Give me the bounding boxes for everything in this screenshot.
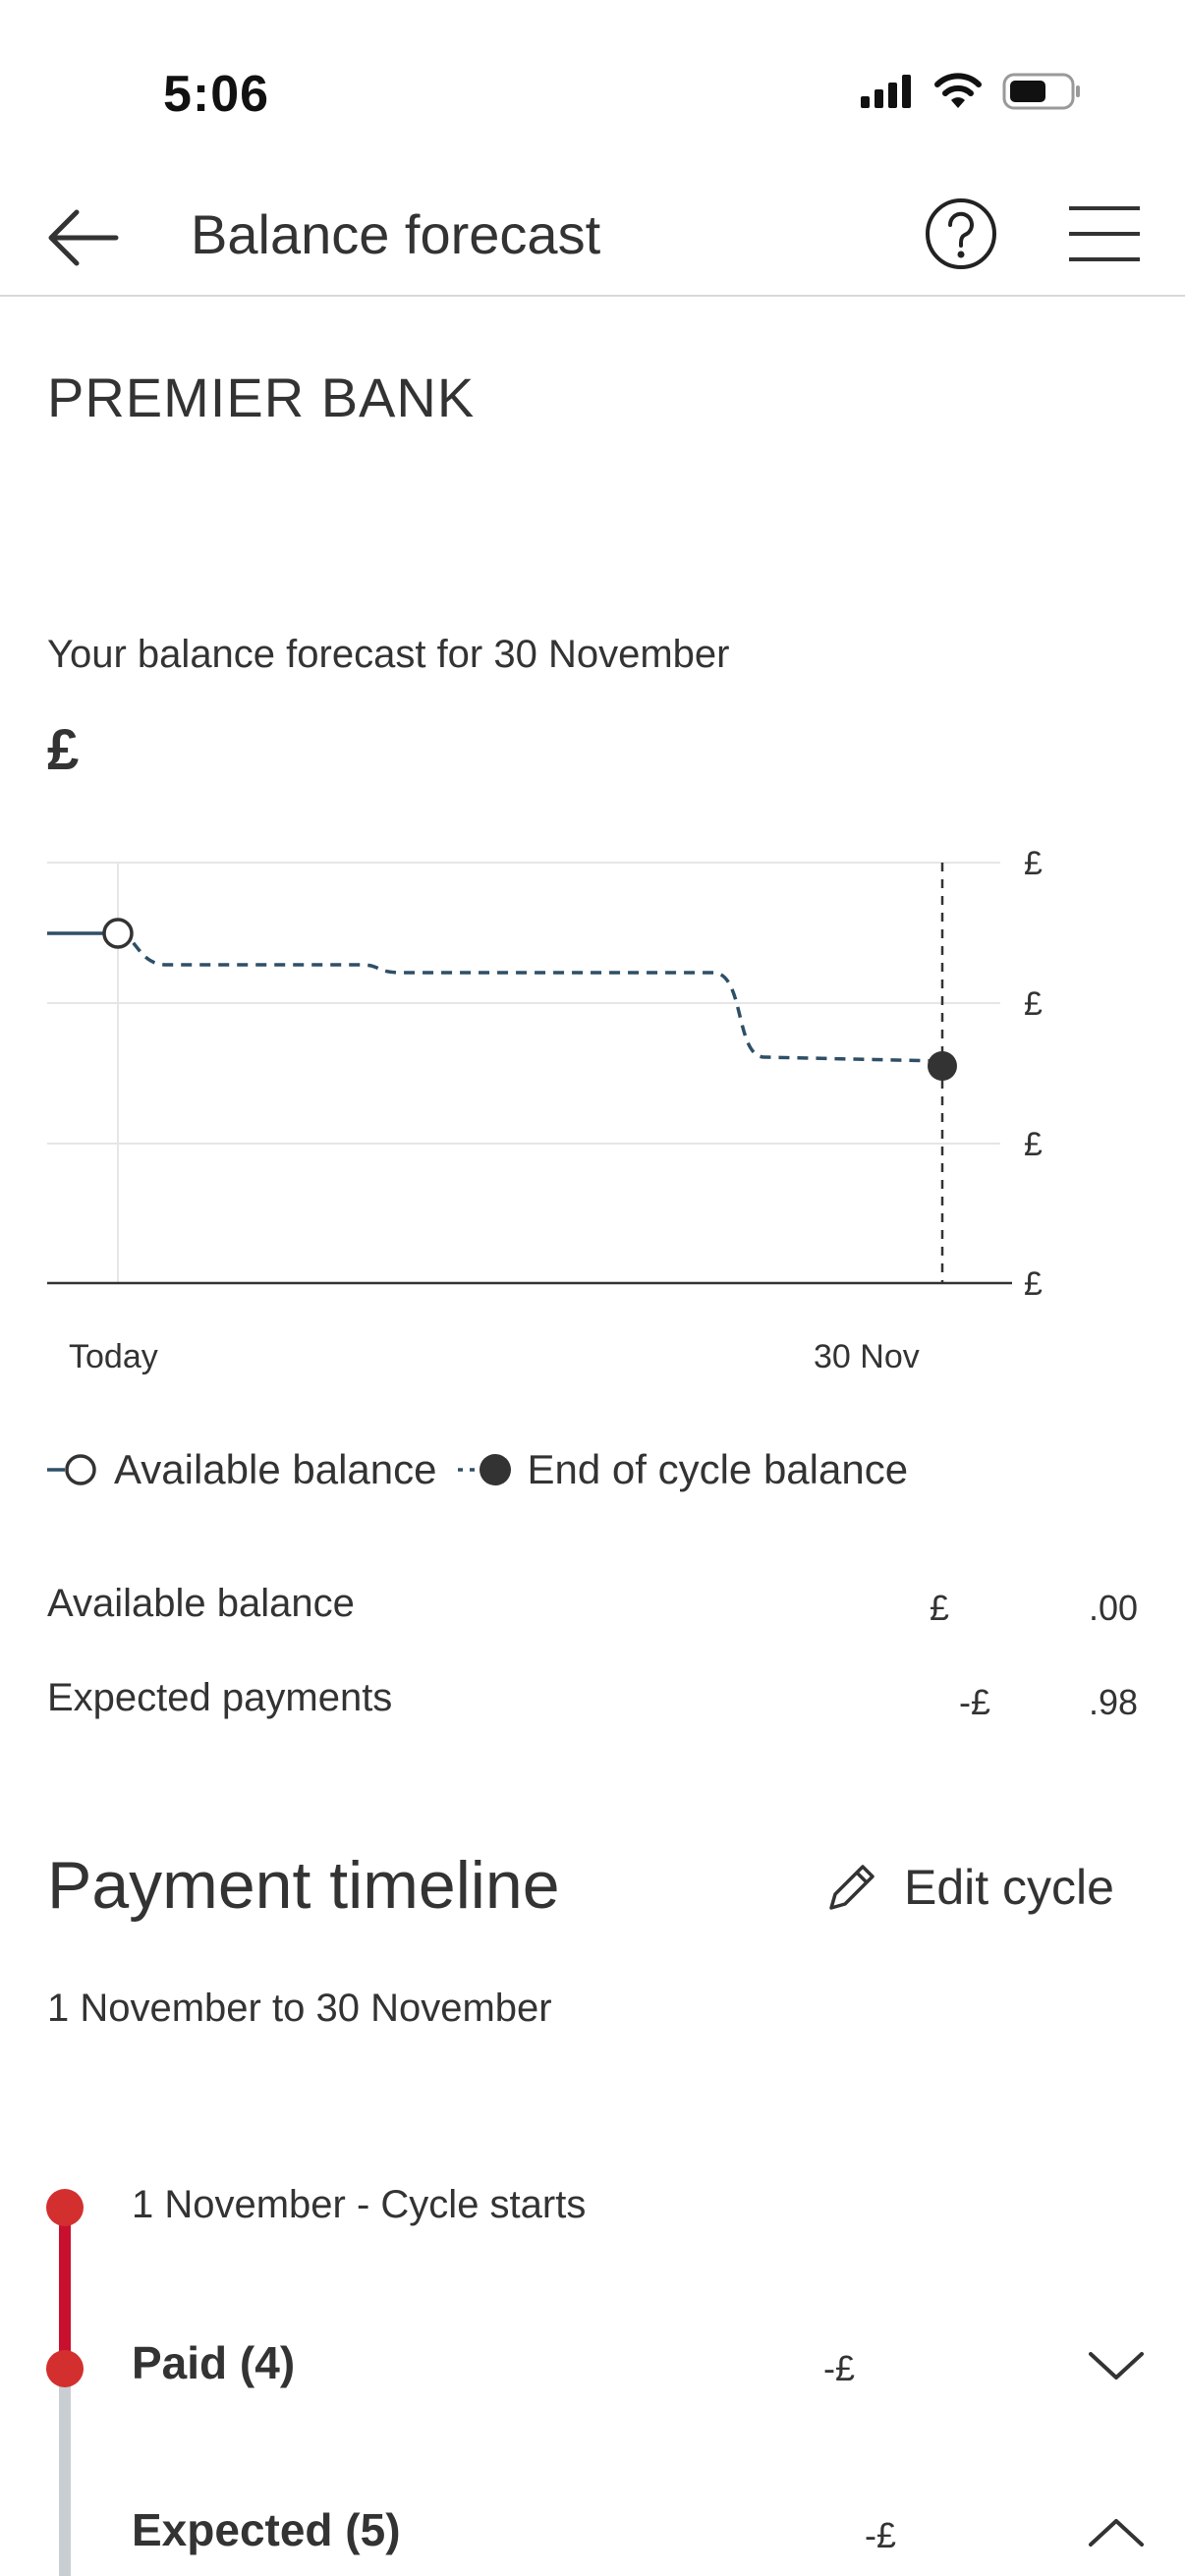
timeline-range: 1 November to 30 November: [47, 1987, 552, 2030]
wifi-icon: [934, 73, 982, 108]
y-tick-label: £: [1024, 845, 1043, 882]
pencil-icon: [829, 1865, 875, 1910]
x-tick-label-today: Today: [69, 1338, 158, 1375]
cellular-signal-icon: [861, 75, 911, 108]
hamburger-menu-icon: [1069, 206, 1140, 261]
paid-payments-row[interactable]: Paid (4) -£: [132, 2336, 1146, 2405]
page-title: Balance forecast: [191, 203, 601, 265]
chevron-down-icon: [1089, 2352, 1144, 2380]
chart-legend: Available balance End of cycle balance: [47, 1440, 930, 1499]
open-circle-line-icon: [47, 1454, 96, 1485]
available-balance-currency: £: [930, 1588, 950, 1628]
legend-label-available: Available balance: [114, 1446, 437, 1492]
filled-circle-dashed-icon: [458, 1454, 512, 1485]
expected-payments-row: Expected payments -£ .98: [47, 1676, 1138, 1735]
timeline-remaining-line: [59, 2368, 71, 2576]
timeline-dot-cycle-start: [46, 2189, 84, 2226]
edit-cycle-label: Edit cycle: [904, 1860, 1114, 1915]
end-of-cycle-point: [928, 1051, 957, 1081]
expected-payments-decimals: .98: [1088, 1682, 1138, 1722]
legend-item-available: Available balance: [47, 1446, 458, 1493]
app-header: Balance forecast: [0, 177, 1185, 297]
available-balance-point: [102, 918, 134, 949]
help-button[interactable]: [922, 195, 1000, 273]
status-icons: [861, 73, 1081, 110]
available-balance-decimals: .00: [1088, 1588, 1138, 1628]
expected-payments-timeline-row[interactable]: Expected (5) -£: [132, 2503, 1146, 2572]
help-icon: [926, 198, 996, 269]
balance-forecast-chart: £ £ £ £ Today 30 Nov: [0, 845, 1185, 1395]
status-time: 5:06: [163, 66, 270, 123]
edit-cycle-button[interactable]: Edit cycle: [823, 1853, 1114, 1922]
cycle-start-label: 1 November - Cycle starts: [132, 2183, 587, 2226]
expected-payments-label: Expected payments: [47, 1676, 393, 1719]
chevron-up-icon: [1089, 2519, 1144, 2547]
x-tick-label-end: 30 Nov: [814, 1338, 920, 1375]
available-balance-label: Available balance: [47, 1582, 355, 1625]
paid-label: Paid (4): [132, 2337, 296, 2388]
bank-name: PREMIER BANK: [47, 366, 476, 428]
paid-amount: -£: [823, 2348, 856, 2388]
forecast-dashed-line: [117, 931, 943, 1063]
expected-amount: -£: [865, 2515, 897, 2555]
available-balance-row: Available balance £ .00: [47, 1582, 1138, 1641]
battery-icon: [1002, 73, 1080, 110]
chart-svg: £ £ £ £ Today 30 Nov: [47, 845, 1043, 1375]
y-tick-label: £: [1024, 1126, 1043, 1163]
forecast-amount: £: [47, 718, 80, 782]
arrow-left-icon: [48, 209, 119, 266]
timeline-dot-paid: [46, 2350, 84, 2387]
legend-label-end-of-cycle: End of cycle balance: [527, 1446, 909, 1492]
forecast-label: Your balance forecast for 30 November: [47, 633, 730, 676]
expected-payments-currency: -£: [959, 1682, 991, 1722]
expected-label: Expected (5): [132, 2504, 401, 2555]
timeline-progress-line: [59, 2207, 71, 2368]
back-button[interactable]: [43, 198, 122, 277]
menu-button[interactable]: [1065, 198, 1144, 269]
status-bar: 5:06: [0, 0, 1185, 177]
payment-timeline-title: Payment timeline: [47, 1848, 560, 1923]
y-tick-label: £: [1024, 1265, 1043, 1303]
legend-item-end-of-cycle: End of cycle balance: [458, 1446, 930, 1493]
y-tick-label: £: [1024, 985, 1043, 1023]
